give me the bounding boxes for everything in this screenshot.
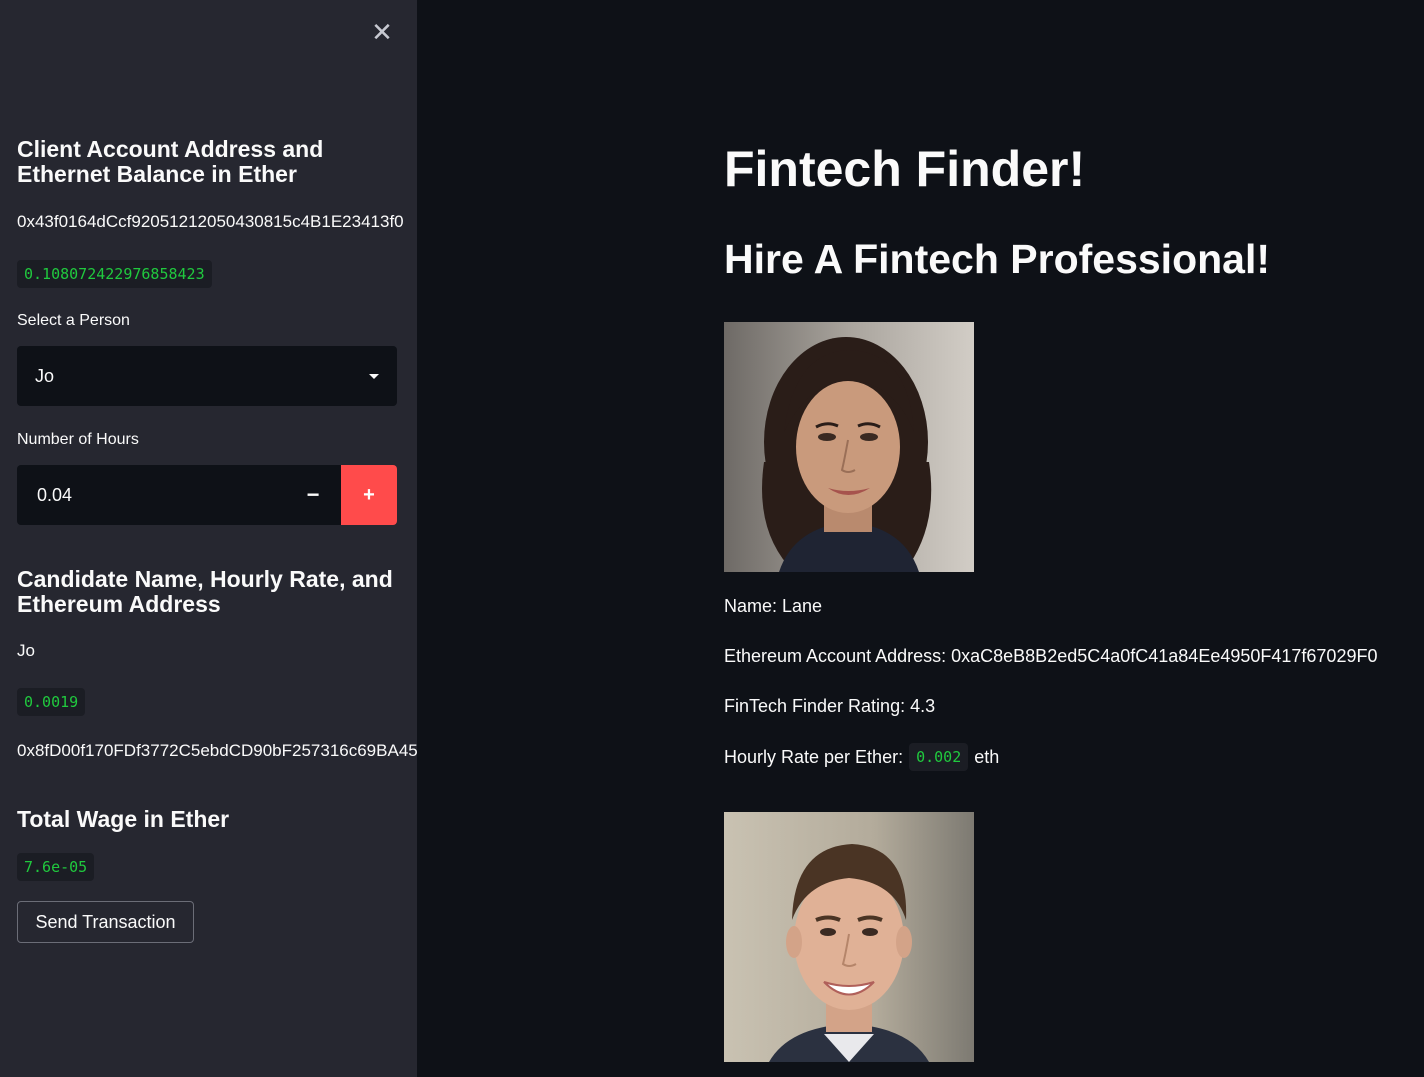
- person-select[interactable]: Jo: [17, 346, 397, 406]
- rate-suffix: eth: [974, 746, 1000, 767]
- page-subtitle: Hire A Fintech Professional!: [724, 236, 1271, 282]
- person-select-value: Jo: [35, 365, 55, 386]
- profile-photo: [724, 812, 974, 1062]
- profile-photo: [724, 322, 974, 572]
- rate-prefix: Hourly Rate per Ether:: [724, 746, 904, 767]
- client-balance: 0.108072422976858423: [17, 260, 212, 288]
- rate-value: 0.002: [909, 743, 969, 771]
- hours-label: Number of Hours: [17, 431, 139, 448]
- decrement-button[interactable]: −: [285, 465, 341, 525]
- hours-stepper: − +: [17, 465, 397, 525]
- main-content: Fintech Finder! Hire A Fintech Professio…: [417, 0, 1424, 1077]
- client-address: 0x43f0164dCcf92051212050430815c4B1E23413…: [17, 212, 404, 231]
- chevron-down-icon: [369, 373, 379, 379]
- hours-input[interactable]: [17, 465, 285, 525]
- sidebar: ✕ Client Account Address and Ethernet Ba…: [0, 0, 417, 1077]
- select-label: Select a Person: [17, 312, 130, 329]
- profile-name: Name: Lane: [724, 596, 823, 616]
- profile-address: Ethereum Account Address: 0xaC8eB8B2ed5C…: [724, 646, 1378, 666]
- client-heading: Client Account Address and Ethernet Bala…: [17, 136, 324, 187]
- close-icon[interactable]: ✕: [368, 17, 396, 47]
- page-title: Fintech Finder!: [724, 141, 1086, 197]
- wage-value: 7.6e-05: [17, 853, 95, 881]
- profile-rating: FinTech Finder Rating: 4.3: [724, 696, 936, 716]
- candidate-rate: 0.0019: [17, 688, 86, 716]
- increment-button[interactable]: +: [341, 465, 397, 525]
- send-transaction-button[interactable]: Send Transaction: [17, 901, 194, 943]
- profile-rate: Hourly Rate per Ether: 0.002 eth: [724, 743, 999, 771]
- candidate-address: 0x8fD00f170FDf3772C5ebdCD90bF257316c69BA…: [17, 741, 417, 760]
- candidate-heading: Candidate Name, Hourly Rate, and Ethereu…: [17, 566, 393, 617]
- wage-heading: Total Wage in Ether: [17, 806, 230, 832]
- candidate-name: Jo: [17, 641, 35, 660]
